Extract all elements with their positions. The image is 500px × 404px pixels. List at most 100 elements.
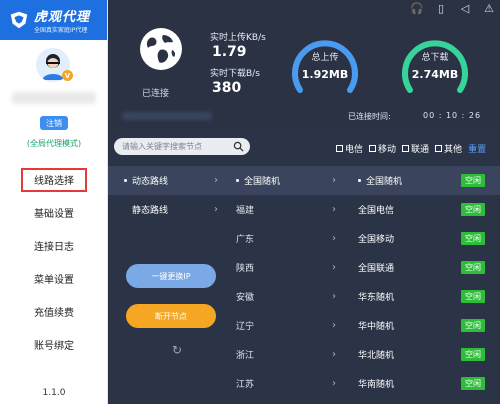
province-item[interactable]: 全国随机 ›: [226, 166, 344, 195]
side-menu: 线路选择 基础设置 连接日志 菜单设置 充值续费 账号绑定: [0, 163, 108, 361]
username-blurred: [12, 92, 96, 104]
search-input[interactable]: 请输入关键字搜索节点: [114, 138, 250, 155]
route-item-static[interactable]: 静态路线 ›: [108, 195, 226, 224]
reset-filter-button[interactable]: 重置: [468, 142, 486, 155]
province-label: 江苏: [236, 380, 255, 390]
node-list: 全国随机 空闲 全国电信 空闲 全国移动 空闲 全国联通 空闲 华东随机 空闲 华中随机空…: [344, 166, 500, 398]
filter-telecom[interactable]: 电信: [336, 142, 363, 155]
ip-blurred: [122, 112, 212, 120]
province-item[interactable]: 江苏 ›: [226, 369, 344, 398]
connected-time-label: 已连接时间:: [348, 112, 391, 121]
province-item[interactable]: 安徽 ›: [226, 282, 344, 311]
status-badge: 空闲: [461, 377, 485, 390]
node-label: 华北随机: [358, 351, 395, 361]
total-download-value: 2.74MB: [411, 68, 459, 81]
node-item[interactable]: 全国联通 空闲: [344, 253, 500, 282]
sidebar-item-label: 充值续费: [34, 308, 74, 319]
headset-icon[interactable]: 🎧: [410, 2, 424, 15]
node-label: 华南随机: [358, 380, 395, 390]
node-item[interactable]: 全国随机 空闲: [344, 166, 500, 195]
app-window: 虎观代理 全国真实家庭IP代理 V 注销 (全局代理模式) 线路选择 基础设置 …: [0, 0, 500, 404]
route-item-dynamic[interactable]: 动态路线 ›: [108, 166, 226, 195]
sidebar-item-basic-settings[interactable]: 基础设置: [0, 196, 108, 229]
node-item[interactable]: 全国电信 空闲: [344, 195, 500, 224]
filter-other[interactable]: 其他: [435, 142, 462, 155]
sidebar-item-label: 账号绑定: [34, 341, 74, 352]
status-badge: 空闲: [461, 232, 485, 245]
sidebar-item-menu-settings[interactable]: 菜单设置: [0, 262, 108, 295]
mute-icon[interactable]: ◁: [458, 2, 472, 15]
logout-button[interactable]: 注销: [40, 116, 68, 130]
province-item[interactable]: 浙江 ›: [226, 340, 344, 369]
change-ip-button[interactable]: 一键更换IP: [126, 264, 216, 288]
download-speed-value: 380: [212, 80, 242, 96]
globe-icon: [140, 28, 182, 70]
chevron-right-icon: ›: [332, 204, 336, 215]
province-label: 广东: [236, 235, 255, 245]
selected-dot-icon: [124, 179, 127, 182]
province-item[interactable]: 辽宁 ›: [226, 311, 344, 340]
disconnect-button[interactable]: 断开节点: [126, 304, 216, 328]
province-label: 安徽: [236, 293, 255, 303]
route-label: 动态路线: [132, 177, 169, 187]
upload-speed-value: 1.79: [212, 44, 247, 60]
node-label: 全国联通: [358, 264, 395, 274]
refresh-icon[interactable]: ↻: [172, 344, 184, 356]
logo-subtitle: 全国真实家庭IP代理: [34, 27, 88, 34]
checkbox[interactable]: [369, 145, 377, 152]
chevron-right-icon: ›: [332, 291, 336, 302]
node-item[interactable]: 全国移动 空闲: [344, 224, 500, 253]
warning-icon[interactable]: ⚠: [482, 2, 496, 15]
sidebar-item-account-binding[interactable]: 账号绑定: [0, 328, 108, 361]
sidebar-item-connection-log[interactable]: 连接日志: [0, 229, 108, 262]
active-highlight: 线路选择: [21, 167, 87, 192]
province-list: 全国随机 › 福建 › 广东 › 陕西 › 安徽 › 辽宁 › 浙江 › 江苏 ›: [226, 166, 344, 398]
selected-dot-icon: [236, 179, 239, 182]
node-item[interactable]: 华东随机 空闲: [344, 282, 500, 311]
route-panel: 请输入关键字搜索节点 电信 移动 联通 其他 重置 动态路线 › 静态路线 ›: [108, 132, 500, 404]
checkbox[interactable]: [435, 145, 443, 152]
checkbox[interactable]: [336, 145, 343, 152]
node-item[interactable]: 华南随机 空闲: [344, 369, 500, 398]
upload-gauge: [292, 40, 358, 93]
phone-icon[interactable]: ▯: [434, 2, 448, 15]
route-type-list: 动态路线 › 静态路线 ›: [108, 166, 226, 224]
status-header: 🎧 ▯ ◁ ⚠ 已连接 实时上传KB/s 1.79 实时下载B/s 380 总上…: [108, 0, 500, 132]
filter-unicom[interactable]: 联通: [402, 142, 429, 155]
province-item[interactable]: 福建 ›: [226, 195, 344, 224]
sidebar-item-route-select[interactable]: 线路选择: [0, 163, 108, 196]
chevron-right-icon: ›: [332, 378, 336, 389]
vip-badge-icon: V: [62, 70, 73, 81]
checkbox[interactable]: [402, 145, 410, 152]
status-badge: 空闲: [461, 261, 485, 274]
province-item[interactable]: 广东 ›: [226, 224, 344, 253]
node-item[interactable]: 华中随机 空闲: [344, 311, 500, 340]
connection-status: 已连接: [142, 89, 170, 99]
logo-text: 虎观代理 全国真实家庭IP代理: [34, 6, 90, 34]
province-label: 福建: [236, 206, 255, 216]
logo-title: 虎观代理: [34, 10, 91, 25]
chevron-right-icon: ›: [332, 233, 336, 244]
node-item[interactable]: 华北随机 空闲: [344, 340, 500, 369]
logo-icon: [10, 11, 28, 29]
node-label: 华中随机: [358, 322, 395, 332]
chevron-right-icon: ›: [332, 320, 336, 331]
filter-label: 联通: [411, 145, 430, 155]
status-badge: 空闲: [461, 203, 485, 216]
search-icon[interactable]: [233, 141, 244, 152]
filter-mobile[interactable]: 移动: [369, 142, 396, 155]
filter-label: 移动: [378, 145, 397, 155]
version-label: 1.1.0: [42, 388, 66, 398]
total-download-label: 总下载: [421, 53, 449, 63]
node-label: 全国移动: [358, 235, 395, 245]
province-item[interactable]: 陕西 ›: [226, 253, 344, 282]
selected-dot-icon: [358, 179, 361, 182]
route-label: 静态路线: [132, 206, 169, 216]
connected-time-value: 00 : 10 : 26: [423, 111, 482, 120]
download-speed-label: 实时下载B/s: [210, 69, 260, 79]
window-controls: 🎧 ▯ ◁ ⚠: [410, 2, 496, 15]
logo: 虎观代理 全国真实家庭IP代理: [0, 0, 107, 40]
sidebar-item-recharge[interactable]: 充值续费: [0, 295, 108, 328]
status-badge: 空闲: [461, 290, 485, 303]
upload-speed-label: 实时上传KB/s: [210, 33, 266, 43]
